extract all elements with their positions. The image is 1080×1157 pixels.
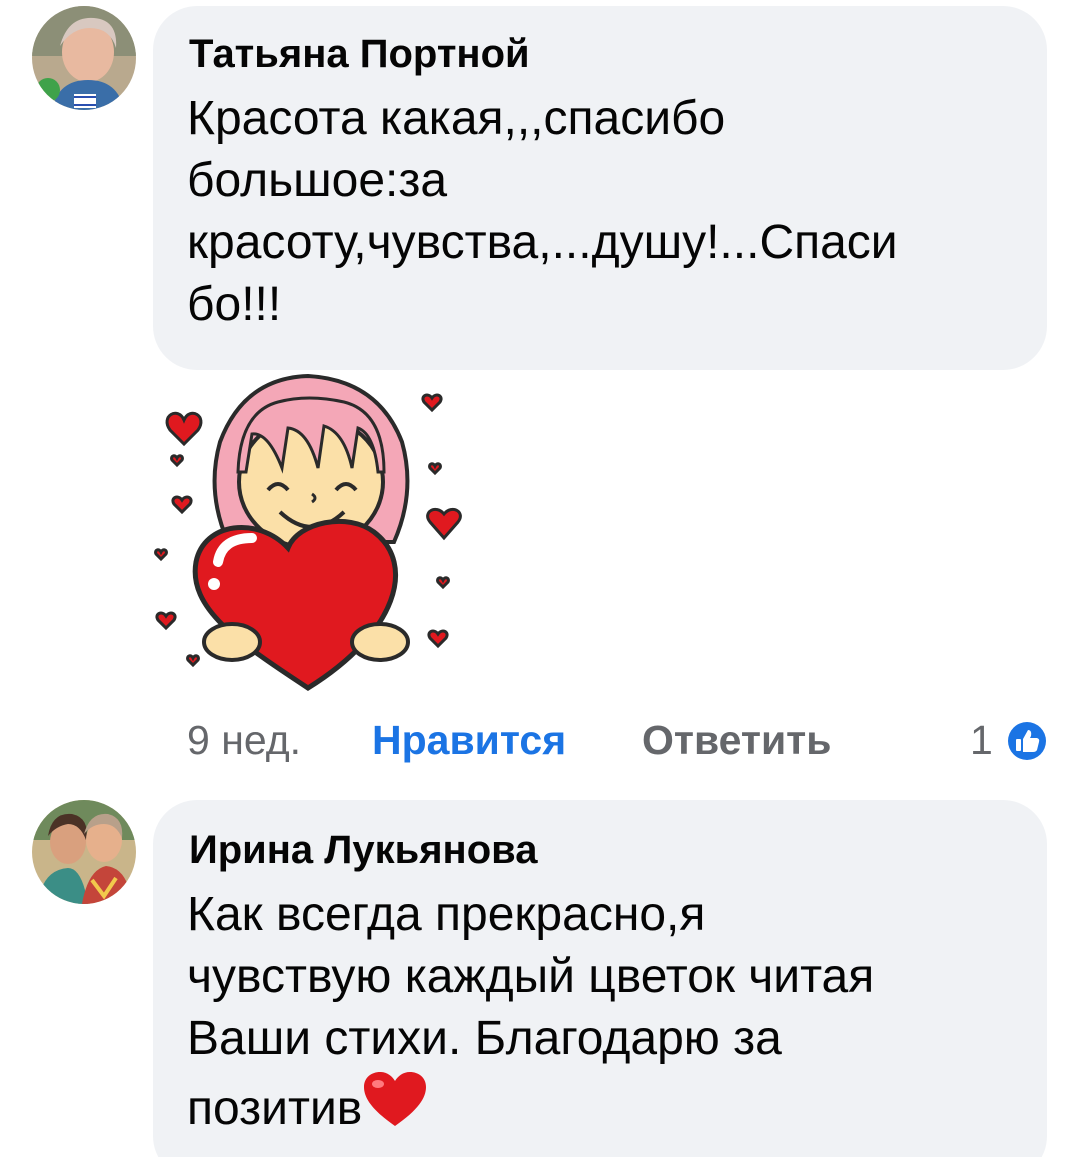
comment-text: Как всегда прекрасно,я чувствую каждый ц…	[187, 884, 874, 1140]
comment-text-content: Как всегда прекрасно,я чувствую каждый ц…	[187, 888, 875, 1135]
thumbs-up-icon[interactable]	[1004, 718, 1050, 764]
comment-bubble: Татьяна Портной Красота какая,,,спасибо …	[153, 6, 1047, 370]
reply-button[interactable]: Ответить	[642, 712, 831, 768]
like-button[interactable]: Нравится	[372, 712, 566, 768]
comment-text: Красота какая,,,спасибо большое:за красо…	[187, 92, 898, 331]
heart-emoji-icon	[364, 1072, 427, 1126]
reaction-count[interactable]: 1	[970, 712, 993, 768]
comment-bubble: Ирина Лукьянова Как всегда прекрасно,я ч…	[153, 800, 1047, 1157]
user-avatar-image	[32, 6, 136, 110]
comment-author[interactable]: Татьяна Портной	[189, 30, 530, 78]
comment-timestamp[interactable]: 9 нед.	[187, 712, 301, 768]
comment-author[interactable]: Ирина Лукьянова	[189, 826, 537, 874]
avatar[interactable]	[32, 800, 136, 904]
girl-holding-heart-sticker	[154, 373, 462, 691]
comment-actions: 9 нед. Нравится Ответить 1	[0, 712, 1080, 768]
avatar[interactable]	[32, 6, 136, 110]
comments-page: Татьяна Портной Красота какая,,,спасибо …	[0, 0, 1080, 1157]
user-avatar-image	[32, 800, 136, 904]
